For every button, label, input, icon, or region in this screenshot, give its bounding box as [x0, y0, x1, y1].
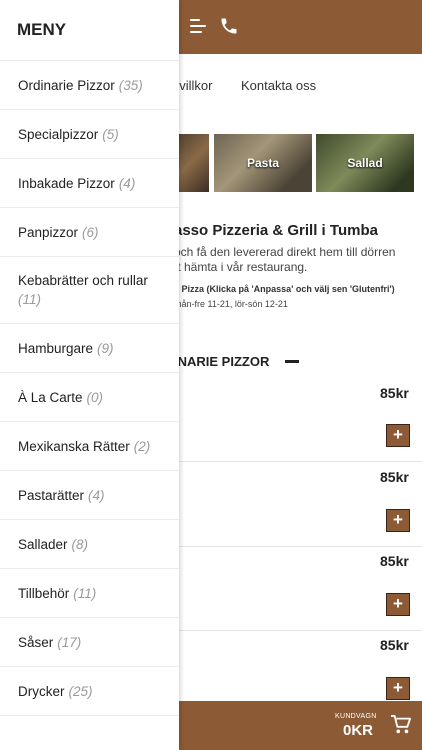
menu-item-a-la-carte[interactable]: À La Carte (0): [0, 373, 179, 422]
item-count: (8): [71, 536, 89, 552]
menu-item-drycker[interactable]: Drycker (25): [0, 667, 179, 716]
side-menu-header: MENY: [0, 0, 179, 61]
item-count: (4): [118, 175, 136, 191]
cart-icon[interactable]: [390, 715, 412, 735]
product-price: 85kr: [380, 637, 409, 653]
menu-item-mexikanska[interactable]: Mexikanska Rätter (2): [0, 422, 179, 471]
opening-hours: mån-fre 11-21, lör-sön 12-21: [174, 299, 288, 309]
restaurant-title: asso Pizzeria & Grill i Tumba: [174, 222, 378, 239]
item-count: (35): [118, 77, 143, 93]
item-count: (0): [86, 389, 104, 405]
add-to-cart-button[interactable]: +: [386, 509, 410, 532]
hamburger-icon[interactable]: [190, 19, 208, 35]
menu-item-panpizzor[interactable]: Panpizzor (6): [0, 208, 179, 257]
item-count: (11): [18, 292, 42, 307]
side-menu: MENY Ordinarie Pizzor (35) Specialpizzor(…: [0, 0, 179, 750]
phone-icon[interactable]: [219, 16, 239, 36]
divider: [172, 630, 422, 631]
tile-label: Pasta: [246, 156, 280, 170]
menu-item-kebabratter[interactable]: Kebabrätter och rullar (11): [0, 257, 179, 324]
item-count: (17): [57, 634, 82, 650]
menu-item-ordinarie-pizzor[interactable]: Ordinarie Pizzor (35): [0, 61, 179, 110]
item-count: (25): [68, 683, 93, 699]
collapse-icon[interactable]: [285, 360, 299, 363]
item-count: (4): [88, 487, 105, 503]
item-count: (6): [82, 224, 99, 240]
category-tile-pasta[interactable]: Pasta: [214, 134, 312, 192]
info-line: och få den levererad direkt hem till dör…: [174, 245, 396, 259]
item-count: (2): [133, 438, 151, 454]
item-count: (11): [73, 585, 97, 601]
menu-item-hamburgare[interactable]: Hamburgare (9): [0, 324, 179, 373]
product-price: 85kr: [380, 469, 409, 485]
category-tile-sallad[interactable]: Sallad: [316, 134, 414, 192]
divider: [172, 546, 422, 547]
menu-item-saser[interactable]: Såser (17): [0, 618, 179, 667]
cart-amount: 0KR: [343, 722, 374, 739]
add-to-cart-button[interactable]: +: [386, 677, 410, 700]
gluten-info: å Pizza (Klicka på 'Anpassa' och välj se…: [174, 284, 395, 294]
add-to-cart-button[interactable]: +: [386, 593, 410, 616]
product-price: 85kr: [380, 385, 409, 401]
menu-item-tillbehor[interactable]: Tillbehör (11): [0, 569, 179, 618]
menu-item-pastaratter[interactable]: Pastarätter (4): [0, 471, 179, 520]
item-count: (5): [102, 126, 119, 142]
side-menu-title: MENY: [17, 20, 67, 39]
nav-link-contact[interactable]: Kontakta oss: [241, 78, 316, 93]
section-title[interactable]: INARIE PIZZOR: [174, 354, 299, 369]
product-price: 85kr: [380, 553, 409, 569]
divider: [172, 461, 422, 462]
cart-label: KUNDVAGN: [335, 713, 377, 720]
tile-label: Sallad: [347, 156, 383, 170]
add-to-cart-button[interactable]: +: [386, 424, 410, 447]
menu-item-inbakade-pizzor[interactable]: Inbakade Pizzor (4): [0, 159, 179, 208]
menu-item-sallader[interactable]: Sallader (8): [0, 520, 179, 569]
info-line: tt hämta i vår restaurang.: [174, 260, 308, 274]
menu-item-specialpizzor[interactable]: Specialpizzor (5): [0, 110, 179, 159]
item-count: (9): [97, 340, 114, 356]
